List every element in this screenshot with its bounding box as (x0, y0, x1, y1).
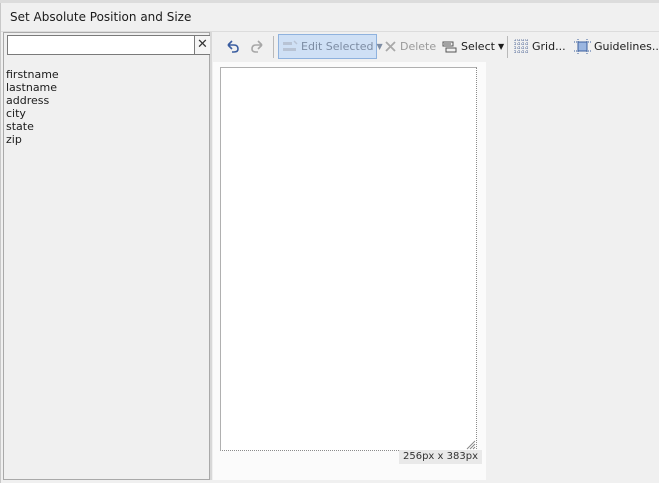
list-item[interactable]: city (6, 107, 59, 120)
resize-grip-icon[interactable] (466, 440, 476, 450)
guidelines-button[interactable]: Guidelines... (571, 34, 659, 59)
clear-search-button[interactable]: ✕ (194, 35, 211, 55)
edit-selected-button[interactable]: Edit Selected ▼ (278, 34, 383, 59)
grid-button[interactable]: Grid... (511, 34, 569, 59)
grid-icon (514, 39, 529, 54)
redo-icon (250, 39, 266, 55)
guidelines-icon (574, 39, 591, 54)
toolbar-separator (507, 36, 508, 58)
list-item[interactable]: firstname (6, 68, 59, 81)
toolbar: Edit Selected ▼ Delete Select ▼ Grid... (213, 32, 659, 62)
delete-button[interactable]: Delete (381, 34, 439, 59)
edit-selected-label: Edit Selected (301, 40, 374, 53)
dialog-titlebar: Set Absolute Position and Size (1, 3, 659, 32)
dialog-title: Set Absolute Position and Size (10, 10, 192, 24)
undo-icon (224, 39, 240, 55)
chevron-down-icon: ▼ (497, 42, 505, 51)
list-item[interactable]: address (6, 94, 59, 107)
delete-icon (384, 40, 397, 53)
redo-button[interactable] (247, 34, 269, 59)
select-icon (442, 40, 458, 54)
search-input[interactable] (7, 35, 197, 55)
guidelines-label: Guidelines... (594, 40, 659, 53)
canvas-size-label: 256px x 383px (399, 450, 482, 464)
list-item[interactable]: zip (6, 133, 59, 146)
field-list-panel: ✕ firstname lastname address city state … (3, 32, 212, 480)
canvas-background: 256px x 383px (213, 62, 486, 480)
edit-selected-icon (282, 39, 298, 54)
panel-splitter[interactable] (210, 32, 212, 480)
search-box: ✕ (5, 34, 212, 56)
toolbar-separator (273, 36, 274, 58)
select-button[interactable]: Select ▼ (439, 34, 507, 59)
select-label: Select (461, 40, 495, 53)
grid-label: Grid... (532, 40, 566, 53)
list-item[interactable]: state (6, 120, 59, 133)
undo-button[interactable] (221, 34, 243, 59)
delete-label: Delete (400, 40, 437, 53)
design-canvas[interactable] (220, 67, 477, 451)
field-list: firstname lastname address city state zi… (6, 68, 59, 146)
design-canvas-area: 256px x 383px (213, 62, 659, 480)
list-item[interactable]: lastname (6, 81, 59, 94)
